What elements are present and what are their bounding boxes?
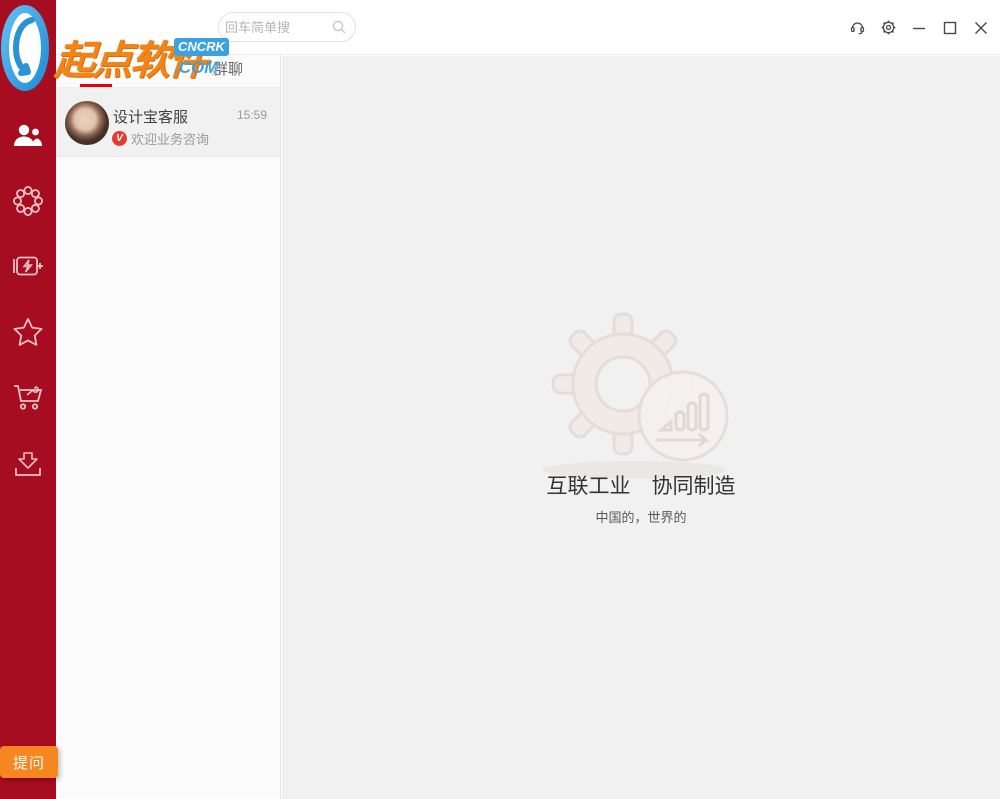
cart-tools-icon[interactable] [0, 377, 56, 417]
chat-preview: 欢迎业务咨询 [131, 132, 210, 147]
tab-messages[interactable] [80, 55, 112, 87]
avatar [65, 101, 109, 145]
list-tabs: 群聊 [56, 55, 280, 88]
top-bar [56, 0, 1000, 55]
industry-gear-illustration [543, 312, 729, 479]
dial-icon[interactable] [0, 181, 56, 221]
maximize-icon[interactable] [939, 17, 961, 39]
minimize-icon[interactable] [908, 17, 930, 39]
download-icon[interactable] [0, 444, 56, 484]
main-area: 互联工业 协同制造 中国的，世界的 [282, 56, 1000, 799]
battery-bolt-icon[interactable] [0, 246, 56, 286]
chat-list-item[interactable]: 设计宝客服 15:59 V 欢迎业务咨询 [56, 88, 280, 157]
main-subtitle: 中国的，世界的 [595, 510, 687, 525]
active-tab-underline [80, 84, 112, 87]
hidden-top-icon[interactable] [0, 50, 56, 90]
conversation-list-panel: 群聊 设计宝客服 15:59 V 欢迎业务咨询 [56, 55, 281, 799]
sidebar: 提问 [0, 0, 58, 799]
app-window: 提问 回车简单搜 群聊 设计宝客服 15:59 V 欢迎业务咨询 互联工业 协同… [0, 0, 1000, 799]
tab-group-chat[interactable]: 群聊 [213, 55, 247, 87]
chat-time: 15:59 [236, 108, 267, 122]
window-controls [846, 0, 992, 55]
customer-service-icon[interactable] [846, 17, 868, 39]
search-icon [332, 20, 346, 34]
search-input[interactable] [225, 19, 331, 35]
verified-badge: V [112, 131, 127, 146]
settings-gear-icon[interactable] [877, 17, 899, 39]
contacts-icon[interactable] [0, 116, 56, 156]
chat-name: 设计宝客服 [113, 109, 189, 126]
search-box[interactable] [218, 12, 356, 42]
close-icon[interactable] [970, 17, 992, 39]
ask-question-button[interactable]: 提问 [0, 746, 58, 778]
main-title: 互联工业 协同制造 [546, 475, 736, 498]
favorites-star-icon[interactable] [0, 312, 56, 352]
